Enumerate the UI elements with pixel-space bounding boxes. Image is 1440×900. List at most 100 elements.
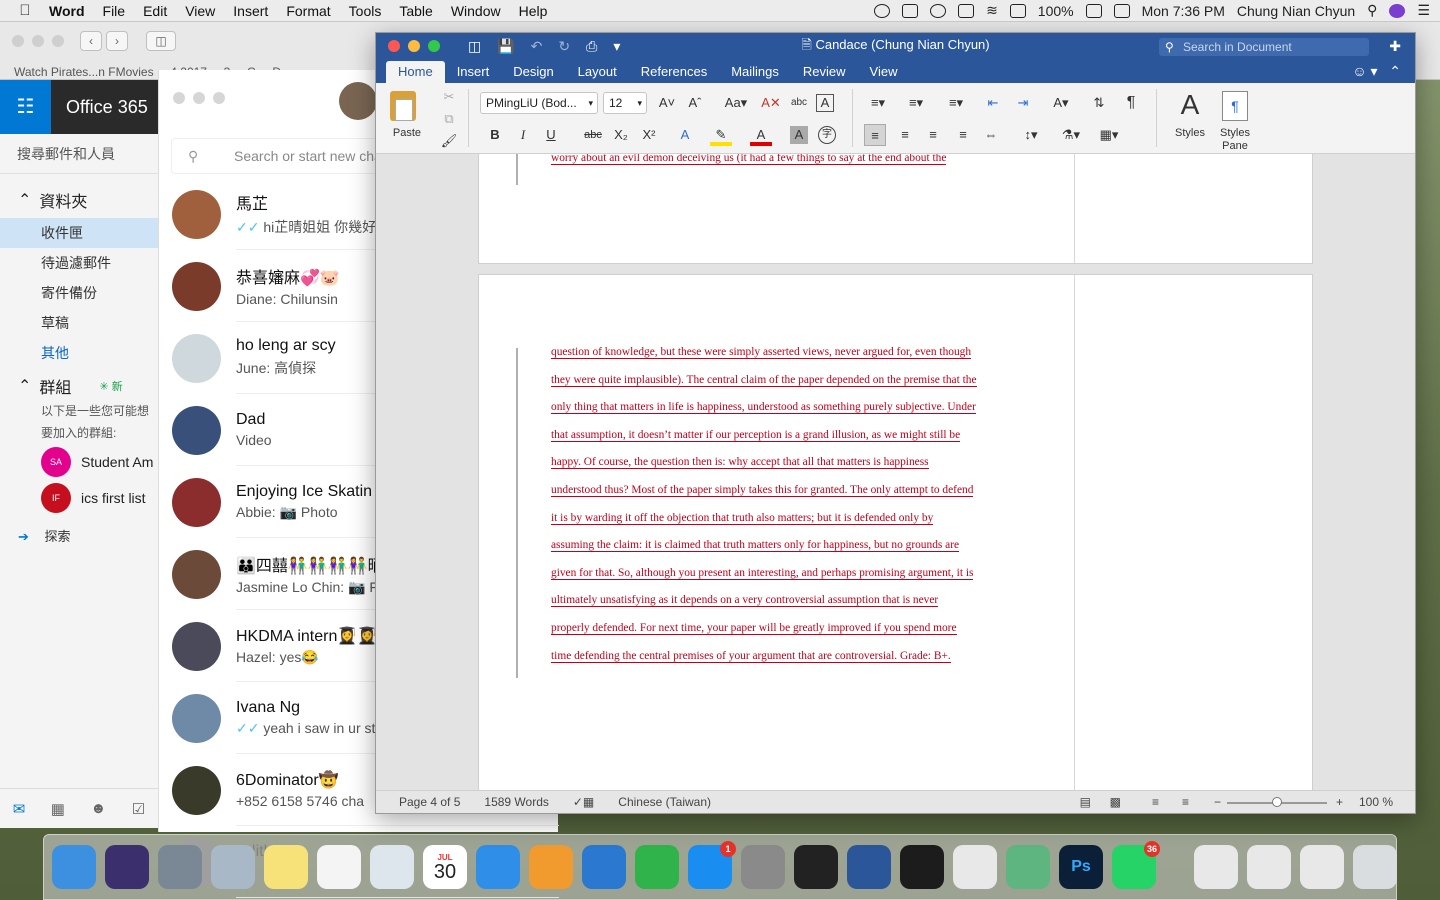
borders-icon[interactable]: ▦▾ — [1094, 124, 1124, 146]
bullets-icon[interactable]: ≡▾ — [864, 92, 892, 114]
tab-mailings[interactable]: Mailings — [719, 61, 791, 83]
zoom-out-button[interactable]: − — [1214, 795, 1221, 809]
chrome-dock-icon[interactable] — [953, 845, 997, 889]
web-layout-icon[interactable]: ▩ — [1110, 795, 1121, 809]
font-name-select[interactable]: PMingLiU (Bod... ▾ — [480, 92, 598, 114]
text-line[interactable]: properly defended. For next time, your p… — [551, 615, 1003, 643]
tab-insert[interactable]: Insert — [445, 61, 502, 83]
text-line[interactable]: question of knowledge, but these were si… — [551, 339, 1003, 367]
document-stack-dock-icon[interactable] — [1194, 845, 1238, 889]
subscript-button[interactable]: X₂ — [610, 124, 632, 146]
photos-preview-dock-icon[interactable] — [370, 845, 414, 889]
styles-pane-label[interactable]: Styles Pane — [1212, 127, 1258, 153]
show-formatting-marks-icon[interactable]: ¶ — [1120, 92, 1142, 114]
menu-edit[interactable]: Edit — [134, 0, 176, 22]
align-center-button[interactable]: ≡ — [894, 124, 916, 146]
underline-button[interactable]: U — [540, 124, 562, 146]
align-right-button[interactable]: ≡ — [922, 124, 944, 146]
group-item[interactable]: IF ics first list — [0, 480, 158, 516]
clear-formatting-icon[interactable]: A✕ — [760, 92, 782, 114]
mail-bird-dock-icon[interactable] — [211, 845, 255, 889]
photoshop-dock-icon[interactable]: Ps — [1059, 845, 1103, 889]
calendar-dock-icon[interactable]: JUL 30 — [423, 845, 467, 889]
safari-dock-icon[interactable] — [476, 845, 520, 889]
app-launcher-icon[interactable]: ☷ — [0, 80, 51, 134]
document-page-4[interactable]: question of knowledge, but these were si… — [478, 274, 1313, 792]
folder-clutter[interactable]: 待過濾郵件 — [0, 248, 158, 278]
menu-window[interactable]: Window — [442, 0, 510, 22]
format-painter-icon[interactable]: 🖌 — [438, 130, 460, 152]
folder-sent[interactable]: 寄件備份 — [0, 278, 158, 308]
input-source-icon[interactable] — [1113, 3, 1130, 18]
siri-dock-icon[interactable] — [105, 845, 149, 889]
text-line[interactable]: only thing that matters in life is happi… — [551, 394, 1003, 422]
tasks-icon[interactable]: ☑ — [132, 800, 145, 818]
folder-drafts[interactable]: 草稿 — [0, 308, 158, 338]
back-button[interactable]: ‹ — [80, 31, 102, 51]
text-line[interactable]: time defending the central premises of y… — [551, 643, 1003, 671]
menu-user[interactable]: Chung Nian Chyun — [1237, 3, 1355, 19]
numbers-dock-icon[interactable] — [635, 845, 679, 889]
search-in-document-input[interactable]: ⚲ Search in Document — [1159, 38, 1369, 56]
profile-avatar[interactable] — [339, 82, 377, 120]
change-case-icon[interactable]: Aa▾ — [720, 92, 752, 114]
keynote-dock-icon[interactable] — [582, 845, 626, 889]
pages-dock-icon[interactable] — [529, 845, 573, 889]
folder-more[interactable]: 其他 — [0, 338, 158, 368]
forward-button[interactable]: › — [106, 31, 128, 51]
feedback-smiley-icon[interactable]: ☺ ▾ ⌃ — [1352, 63, 1401, 80]
battery-percent[interactable]: 100% — [1038, 3, 1074, 19]
browser-minimize-button[interactable] — [32, 35, 44, 47]
distributed-button[interactable]: ⇔ — [980, 124, 1002, 146]
people-icon[interactable]: ☻ — [90, 800, 106, 817]
zoom-level[interactable]: 100 % — [1359, 795, 1393, 809]
spotlight-icon[interactable]: ⚲ — [1367, 2, 1377, 19]
wifi-icon[interactable]: ≋ — [986, 2, 998, 19]
vpn-icon[interactable] — [930, 3, 947, 18]
text-line[interactable]: understood thus? Most of the paper simpl… — [551, 477, 1003, 505]
launchpad-dock-icon[interactable] — [158, 845, 202, 889]
zoom-slider[interactable] — [1227, 797, 1327, 807]
office-brand[interactable]: Office 365 — [51, 97, 148, 118]
zoom-in-button[interactable]: + — [1336, 795, 1343, 809]
asian-layout-icon[interactable]: A▾ — [1046, 92, 1076, 114]
phonetic-guide-icon[interactable]: abc — [788, 92, 810, 114]
menu-format[interactable]: Format — [277, 0, 339, 22]
paragraph-shading-icon[interactable]: ⚗▾ — [1056, 124, 1086, 146]
zoom-slider-knob[interactable] — [1272, 797, 1282, 807]
text-effects-icon[interactable]: A — [674, 124, 696, 146]
increase-indent-icon[interactable]: ⇥ — [1012, 92, 1034, 114]
explore-link[interactable]: ➔ 探索 — [0, 516, 158, 545]
styles-label[interactable]: Styles — [1166, 127, 1214, 139]
downloads-stack-dock-icon[interactable] — [1300, 845, 1344, 889]
menu-view[interactable]: View — [176, 0, 224, 22]
text-line[interactable]: it is by warding it off the objection th… — [551, 505, 1003, 533]
notification-center-icon[interactable]: ☰ — [1417, 2, 1430, 19]
browser-close-button[interactable] — [12, 35, 24, 47]
tab-references[interactable]: References — [629, 61, 719, 83]
text-line[interactable]: worry about an evil demon deceiving us (… — [551, 154, 1003, 173]
text-line[interactable]: happy. Of course, the question then is: … — [551, 449, 1003, 477]
tab-review[interactable]: Review — [791, 61, 858, 83]
word-count[interactable]: 1589 Words — [472, 795, 560, 809]
document-canvas[interactable]: worry about an evil demon deceiving us (… — [376, 154, 1415, 792]
menu-clock[interactable]: Mon 7:36 PM — [1142, 3, 1225, 19]
shrink-font-icon[interactable]: Aˆ — [684, 92, 706, 114]
italic-button[interactable]: I — [512, 124, 534, 146]
apple-icon[interactable]:  — [10, 2, 40, 19]
sort-icon[interactable]: ⇅ — [1088, 92, 1110, 114]
character-border-icon[interactable]: A — [816, 94, 834, 112]
share-icon[interactable]: ✚ — [1389, 38, 1401, 55]
page-count[interactable]: Page 4 of 5 — [376, 795, 472, 809]
page-text[interactable]: question of knowledge, but these were si… — [551, 339, 1003, 670]
text-line[interactable]: that assumption, it doesn’t matter if ou… — [551, 422, 1003, 450]
language-indicator[interactable]: Chinese (Taiwan) — [606, 795, 723, 809]
siri-icon[interactable] — [1389, 3, 1406, 18]
tab-home[interactable]: Home — [386, 61, 445, 83]
menu-insert[interactable]: Insert — [224, 0, 277, 22]
notes-dock-icon[interactable] — [264, 845, 308, 889]
chat-close-button[interactable] — [173, 92, 185, 104]
word-dock-icon[interactable] — [847, 845, 891, 889]
folders-header[interactable]: ⌃ 資料夾 — [0, 174, 158, 212]
group-item[interactable]: SA Student Am — [0, 444, 158, 480]
